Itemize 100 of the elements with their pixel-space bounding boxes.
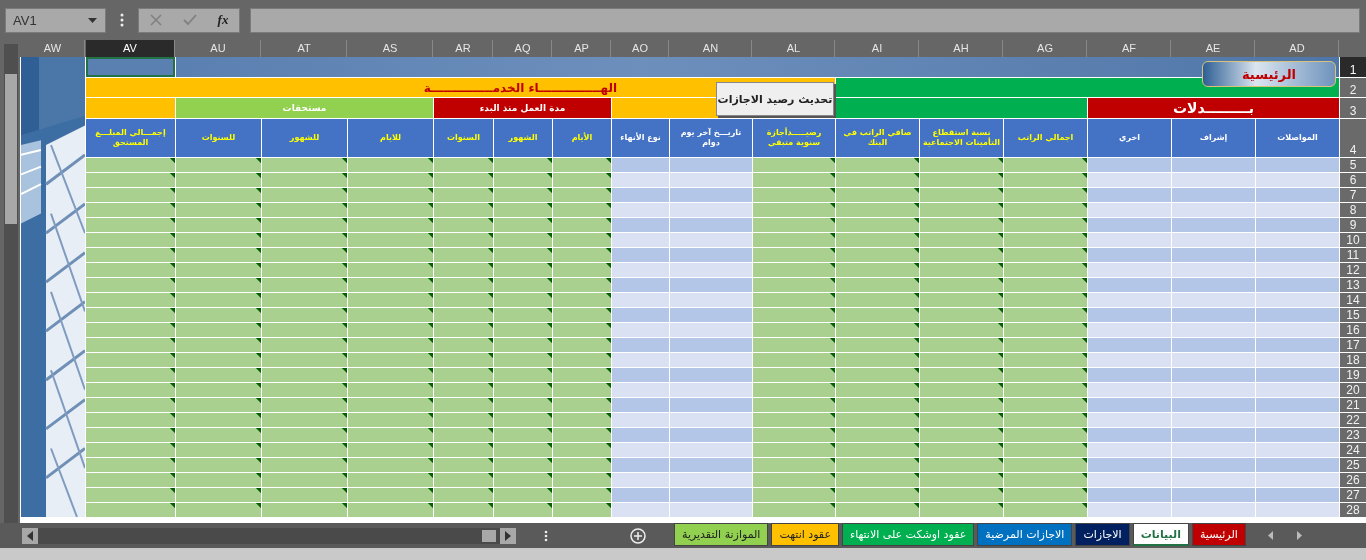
table-cell[interactable]: [262, 503, 347, 517]
table-cell[interactable]: [836, 233, 919, 247]
table-cell[interactable]: [920, 398, 1003, 412]
table-cell[interactable]: [753, 413, 835, 427]
table-cell[interactable]: [670, 203, 752, 217]
table-cell[interactable]: [1256, 278, 1339, 292]
table-cell[interactable]: [1172, 398, 1255, 412]
table-cell[interactable]: [836, 248, 919, 262]
table-cell[interactable]: [1172, 488, 1255, 502]
table-cell[interactable]: [670, 353, 752, 367]
vertical-scrollbar[interactable]: [4, 44, 18, 523]
table-cell[interactable]: [434, 293, 493, 307]
table-cell[interactable]: [348, 383, 433, 397]
table-cell[interactable]: [553, 308, 611, 322]
table-cell[interactable]: [612, 488, 669, 502]
table-cell[interactable]: [1256, 218, 1339, 232]
row-header[interactable]: 21: [1340, 398, 1366, 412]
table-cell[interactable]: [1172, 293, 1255, 307]
table-cell[interactable]: [86, 173, 175, 187]
row-header[interactable]: 8: [1340, 203, 1366, 217]
table-cell[interactable]: [348, 473, 433, 487]
table-cell[interactable]: [670, 308, 752, 322]
table-cell[interactable]: [348, 398, 433, 412]
table-cell[interactable]: [920, 233, 1003, 247]
table-cell[interactable]: [262, 323, 347, 337]
table-cell[interactable]: [1088, 233, 1171, 247]
table-cell[interactable]: [1004, 203, 1087, 217]
table-cell[interactable]: [262, 353, 347, 367]
table-cell[interactable]: [434, 188, 493, 202]
table-cell[interactable]: [553, 203, 611, 217]
table-cell[interactable]: [1256, 368, 1339, 382]
table-cell[interactable]: [1088, 158, 1171, 172]
table-cell[interactable]: [1004, 398, 1087, 412]
sheet-tab[interactable]: البيانات: [1132, 523, 1189, 546]
table-cell[interactable]: [1256, 293, 1339, 307]
table-cell[interactable]: [612, 278, 669, 292]
table-cell[interactable]: [836, 203, 919, 217]
table-cell[interactable]: [836, 263, 919, 277]
table-cell[interactable]: [920, 353, 1003, 367]
table-cell[interactable]: [753, 188, 835, 202]
table-cell[interactable]: [348, 233, 433, 247]
table-cell[interactable]: [348, 413, 433, 427]
table-cell[interactable]: [262, 428, 347, 442]
row-header[interactable]: 28: [1340, 503, 1366, 517]
table-cell[interactable]: [753, 308, 835, 322]
table-cell[interactable]: [348, 353, 433, 367]
table-cell[interactable]: [753, 443, 835, 457]
table-cell[interactable]: [553, 473, 611, 487]
table-cell[interactable]: [1004, 218, 1087, 232]
table-cell[interactable]: [1088, 278, 1171, 292]
row-header[interactable]: 25: [1340, 458, 1366, 472]
table-cell[interactable]: [1088, 473, 1171, 487]
table-cell[interactable]: [670, 278, 752, 292]
table-cell[interactable]: [836, 293, 919, 307]
active-cell[interactable]: [86, 57, 175, 77]
row-header[interactable]: 6: [1340, 173, 1366, 187]
table-cell[interactable]: [553, 218, 611, 232]
table-cell[interactable]: [836, 443, 919, 457]
table-cell[interactable]: [1256, 413, 1339, 427]
table-cell[interactable]: [1004, 428, 1087, 442]
table-cell[interactable]: [348, 203, 433, 217]
row-header[interactable]: 1: [1340, 57, 1366, 77]
table-cell[interactable]: [434, 173, 493, 187]
table-cell[interactable]: [920, 443, 1003, 457]
table-cell[interactable]: [753, 323, 835, 337]
table-cell[interactable]: [1004, 308, 1087, 322]
next-sheet-icon[interactable]: [1295, 531, 1302, 540]
table-cell[interactable]: [176, 248, 261, 262]
table-cell[interactable]: [176, 428, 261, 442]
table-cell[interactable]: [753, 218, 835, 232]
table-cell[interactable]: [1004, 338, 1087, 352]
table-cell[interactable]: [262, 338, 347, 352]
scroll-left-icon[interactable]: [22, 527, 38, 544]
table-cell[interactable]: [86, 383, 175, 397]
table-cell[interactable]: [86, 398, 175, 412]
row-header[interactable]: 2: [1340, 78, 1366, 97]
table-cell[interactable]: [553, 248, 611, 262]
table-cell[interactable]: [176, 368, 261, 382]
table-cell[interactable]: [176, 323, 261, 337]
table-cell[interactable]: [494, 383, 552, 397]
table-cell[interactable]: [553, 278, 611, 292]
table-cell[interactable]: [753, 293, 835, 307]
table-cell[interactable]: [612, 413, 669, 427]
table-cell[interactable]: [1256, 158, 1339, 172]
table-cell[interactable]: [612, 263, 669, 277]
row-header[interactable]: 5: [1340, 158, 1366, 172]
table-cell[interactable]: [920, 368, 1003, 382]
table-cell[interactable]: [836, 158, 919, 172]
row-header[interactable]: 9: [1340, 218, 1366, 232]
table-cell[interactable]: [494, 368, 552, 382]
check-icon[interactable]: [182, 14, 197, 26]
column-header[interactable]: AV: [86, 40, 175, 57]
table-cell[interactable]: [836, 383, 919, 397]
table-cell[interactable]: [262, 173, 347, 187]
table-cell[interactable]: [348, 218, 433, 232]
table-cell[interactable]: [1004, 353, 1087, 367]
table-cell[interactable]: [176, 308, 261, 322]
table-cell[interactable]: [86, 368, 175, 382]
table-cell[interactable]: [262, 293, 347, 307]
table-cell[interactable]: [86, 443, 175, 457]
